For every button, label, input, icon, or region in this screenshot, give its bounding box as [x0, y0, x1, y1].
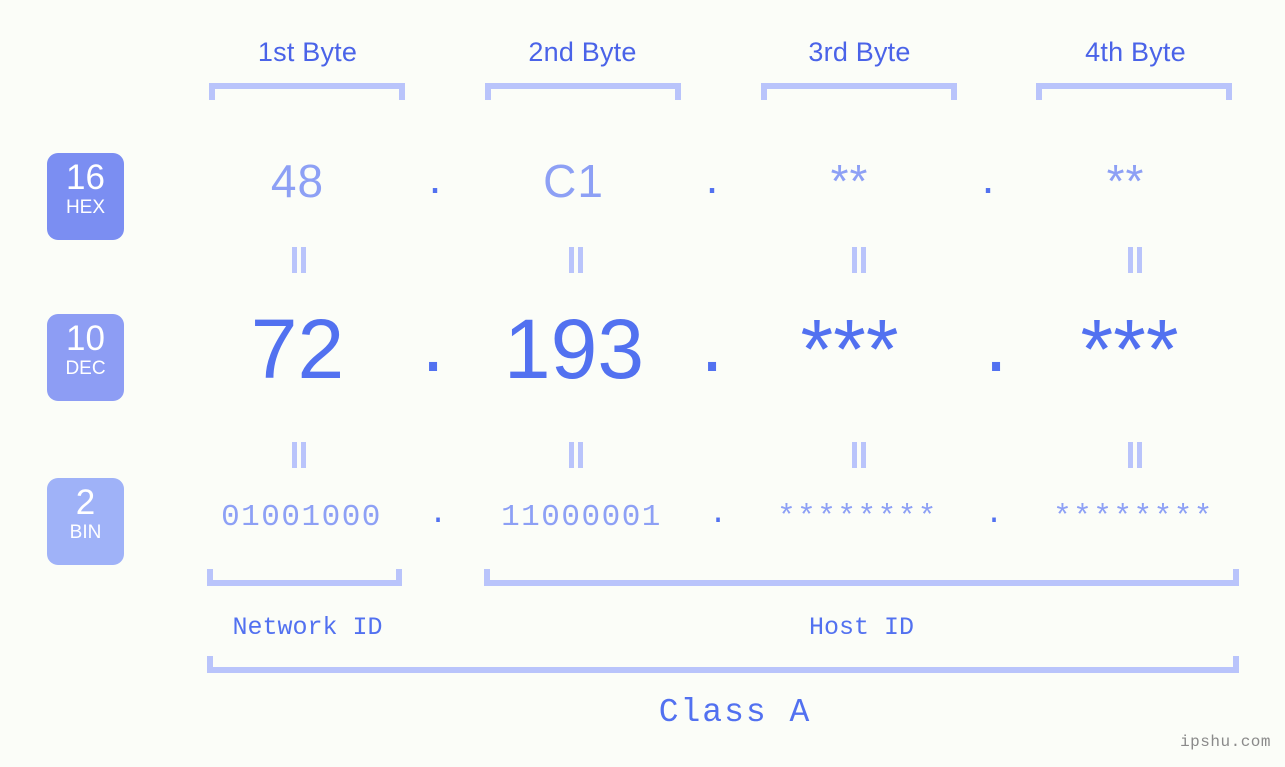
- bin-byte-2: 11000001: [501, 500, 662, 535]
- equals-mark-hex-dec-3: [848, 247, 870, 273]
- base-badge-bin-name: BIN: [69, 522, 102, 543]
- equals-mark-hex-dec-1: [288, 247, 310, 273]
- dec-separator-1: .: [421, 295, 445, 389]
- byte-header-3: 3rd Byte: [808, 37, 911, 67]
- hex-byte-4: **: [1106, 155, 1145, 207]
- base-badge-bin: 2 BIN: [47, 478, 124, 565]
- base-badge-dec-name: DEC: [65, 358, 106, 379]
- equals-mark-hex-dec-4: [1124, 247, 1146, 273]
- bin-byte-3: ********: [777, 500, 938, 535]
- class-bracket: [207, 656, 1239, 673]
- hex-byte-3: **: [830, 155, 869, 207]
- equals-mark-dec-bin-4: [1124, 442, 1146, 468]
- base-badge-hex: 16 HEX: [47, 153, 124, 240]
- hex-separator-3: .: [981, 151, 995, 203]
- dec-byte-4: ***: [1080, 302, 1179, 396]
- bin-separator-1: .: [428, 497, 448, 532]
- equals-mark-dec-bin-2: [565, 442, 587, 468]
- host-id-label: Host ID: [808, 613, 915, 642]
- dec-byte-2: 193: [503, 302, 645, 396]
- byte-bracket-top-2: [485, 83, 681, 100]
- host-id-bracket: [484, 569, 1239, 586]
- equals-mark-dec-bin-3: [848, 442, 870, 468]
- ip-address-breakdown-diagram: 1st Byte 2nd Byte 3rd Byte 4th Byte 16 H…: [0, 0, 1285, 767]
- bin-separator-2: .: [708, 497, 728, 532]
- bin-byte-4: ********: [1053, 500, 1214, 535]
- dec-separator-2: .: [700, 295, 724, 389]
- byte-bracket-top-3: [761, 83, 957, 100]
- base-badge-bin-number: 2: [75, 483, 96, 522]
- bin-separator-3: .: [984, 497, 1004, 532]
- byte-bracket-top-4: [1036, 83, 1232, 100]
- base-badge-hex-number: 16: [66, 158, 105, 197]
- byte-bracket-top-1: [209, 83, 405, 100]
- base-badge-hex-name: HEX: [65, 197, 106, 218]
- equals-mark-hex-dec-2: [565, 247, 587, 273]
- equals-mark-dec-bin-1: [288, 442, 310, 468]
- byte-header-2: 2nd Byte: [528, 37, 637, 67]
- base-badge-dec: 10 DEC: [47, 314, 124, 401]
- hex-separator-2: .: [705, 151, 719, 203]
- dec-separator-3: .: [984, 295, 1008, 389]
- hex-byte-2: C1: [543, 155, 604, 207]
- class-label: Class A: [658, 694, 812, 731]
- bin-byte-1: 01001000: [221, 500, 382, 535]
- site-watermark: ipshu.com: [1180, 733, 1271, 751]
- network-id-label: Network ID: [232, 613, 383, 642]
- hex-byte-1: 48: [270, 155, 325, 207]
- byte-header-4: 4th Byte: [1085, 37, 1186, 67]
- network-id-bracket: [207, 569, 402, 586]
- dec-byte-3: ***: [800, 302, 899, 396]
- hex-separator-1: .: [428, 151, 442, 203]
- dec-byte-1: 72: [250, 302, 345, 396]
- byte-header-1: 1st Byte: [257, 37, 358, 67]
- base-badge-dec-number: 10: [66, 319, 105, 358]
